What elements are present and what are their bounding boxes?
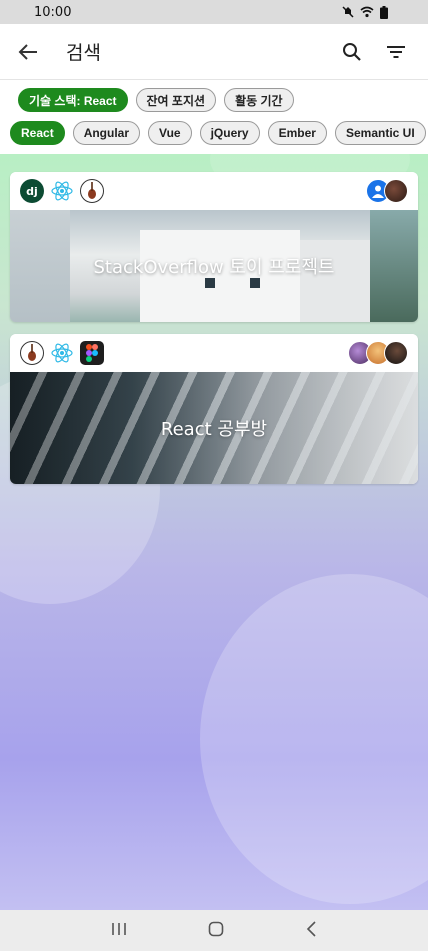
stack-chip-react[interactable]: React (10, 121, 65, 145)
django-icon: dj (20, 179, 44, 203)
home-button[interactable] (208, 921, 224, 941)
avatar[interactable] (384, 179, 408, 203)
status-bar: 10:00 (0, 0, 428, 24)
card-title: StackOverflow 토이 프로젝트 (93, 257, 335, 278)
stack-chip-row[interactable]: React Angular Vue jQuery Ember Semantic … (10, 121, 428, 145)
person-icon (372, 185, 384, 198)
wifi-icon (360, 6, 374, 18)
member-avatars (366, 179, 408, 203)
card-cover-image: React 공부방 (10, 372, 418, 484)
card-title: React 공부방 (160, 419, 268, 440)
project-card[interactable]: dj StackOverflow 토이 프로젝트 (10, 172, 418, 322)
stack-chip-jquery[interactable]: jQuery (199, 121, 260, 145)
stack-chip-semantic-ui[interactable]: Semantic UI (334, 121, 426, 145)
stack-chip-ember[interactable]: Ember (267, 121, 327, 145)
battery-icon (380, 5, 388, 19)
search-icon (343, 42, 361, 61)
back-nav-button[interactable] (305, 920, 317, 941)
guitar-icon (20, 341, 44, 365)
react-icon (51, 181, 73, 201)
guitar-icon (80, 179, 104, 203)
home-icon (208, 921, 224, 936)
status-time: 10:00 (34, 4, 72, 20)
system-nav-bar (0, 910, 428, 951)
filter-icon (387, 45, 405, 58)
card-cover-image: StackOverflow 토이 프로젝트 (10, 210, 418, 322)
mute-icon (342, 6, 354, 18)
background-circle (200, 574, 428, 904)
project-card[interactable]: React 공부방 (10, 334, 418, 484)
filter-chip-row: 기술 스택: React 잔여 포지션 활동 기간 (18, 88, 294, 112)
arrow-left-icon (18, 43, 37, 60)
react-icon (51, 343, 73, 363)
filter-chip-activity-period[interactable]: 활동 기간 (224, 88, 294, 112)
figma-icon (80, 341, 104, 365)
stack-chip-angular[interactable]: Angular (72, 121, 141, 145)
stack-chip-vue[interactable]: Vue (148, 121, 192, 145)
card-header: dj (10, 172, 418, 210)
app-bar: 검색 (0, 24, 428, 80)
member-avatars (348, 341, 408, 365)
avatar[interactable] (384, 341, 408, 365)
chevron-left-icon (307, 920, 316, 937)
recent-apps-button[interactable] (111, 921, 127, 940)
card-header (10, 334, 418, 372)
back-button[interactable] (0, 24, 56, 80)
filter-button[interactable] (374, 24, 418, 80)
page-title: 검색 (66, 42, 101, 64)
filter-chip-tech-stack[interactable]: 기술 스택: React (18, 88, 128, 112)
results-area[interactable]: dj StackOverflow 토이 프로젝트 React 공부방 (0, 154, 428, 910)
recents-icon (111, 923, 126, 935)
filter-chip-open-positions[interactable]: 잔여 포지션 (135, 88, 217, 112)
search-button[interactable] (330, 24, 374, 80)
